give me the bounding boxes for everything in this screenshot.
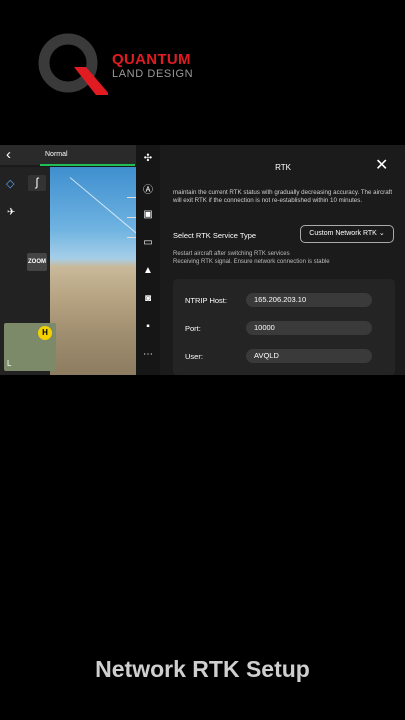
camera-icon[interactable]: ◙	[136, 293, 160, 304]
logo-wordmark-bottom: LAND DESIGN	[112, 68, 194, 80]
chevron-left-icon: ‹	[6, 146, 11, 163]
chevron-down-icon: ⌄	[378, 230, 385, 237]
port-label: Port:	[185, 324, 201, 333]
drone-icon[interactable]: ✣	[136, 153, 160, 164]
user-input[interactable]: AVQLD	[246, 349, 372, 363]
port-input[interactable]: 10000	[246, 321, 372, 335]
service-type-value: Custom Network RTK	[309, 230, 377, 237]
signal-icon[interactable]: ▲	[136, 265, 160, 276]
rtk-icon[interactable]: ▪	[136, 321, 160, 332]
rc-icon[interactable]: ▣	[136, 209, 160, 220]
ntrip-host-label: NTRIP Host:	[185, 296, 227, 305]
ntrip-host-input[interactable]: 165.206.203.10	[246, 293, 372, 307]
user-label: User:	[185, 352, 203, 361]
rtk-settings-panel: RTK ✕ maintain the current RTK status wi…	[161, 145, 405, 375]
back-button[interactable]: ‹	[6, 147, 11, 163]
hd-icon[interactable]: ▭	[136, 237, 160, 248]
zoom-button[interactable]: ZOOM	[27, 253, 47, 271]
signal-bar	[40, 164, 135, 166]
ntrip-form: NTRIP Host: 165.206.203.10 Port: 10000 U…	[173, 279, 395, 375]
rtk-warning-text: maintain the current RTK status with gra…	[173, 189, 393, 204]
a-circle-icon[interactable]: Ⓐ	[136, 181, 160, 196]
close-icon: ✕	[375, 157, 389, 174]
app-screen: ‹ Normal ◇ ʃ ✈ ZOOM H L ✣ Ⓐ ▣ ▭ ▲ ◙ ▪ ⋯ …	[0, 145, 405, 375]
restart-note: Restart aircraft after switching RTK ser…	[173, 251, 290, 257]
waypoint-icon[interactable]: ◇	[6, 177, 14, 190]
horizon-line	[69, 177, 137, 236]
video-caption: Network RTK Setup	[95, 656, 310, 682]
panel-title: RTK	[275, 163, 291, 172]
minimap-label: L	[7, 359, 12, 368]
home-point-marker: H	[38, 326, 52, 340]
aircraft-icon: ✈	[7, 207, 16, 218]
flight-mode-label: Normal	[45, 151, 68, 158]
service-type-select[interactable]: Custom Network RTK ⌄	[300, 225, 394, 243]
signal-note: Receiving RTK signal. Ensure network con…	[173, 259, 330, 265]
minimap[interactable]: H L	[4, 323, 56, 371]
settings-sidebar: ✣ Ⓐ ▣ ▭ ▲ ◙ ▪ ⋯	[136, 145, 160, 375]
close-button[interactable]: ✕	[375, 158, 388, 174]
camera-feed	[50, 167, 137, 375]
more-icon[interactable]: ⋯	[136, 349, 160, 360]
service-type-label: Select RTK Service Type	[173, 231, 257, 240]
top-bar: ‹ Normal	[0, 145, 140, 165]
q-logo-icon	[38, 33, 108, 95]
route-icon[interactable]: ʃ	[28, 175, 46, 191]
logo-wordmark-top: QUANTUM	[112, 51, 191, 68]
company-logo: QUANTUM LAND DESIGN	[38, 33, 198, 97]
